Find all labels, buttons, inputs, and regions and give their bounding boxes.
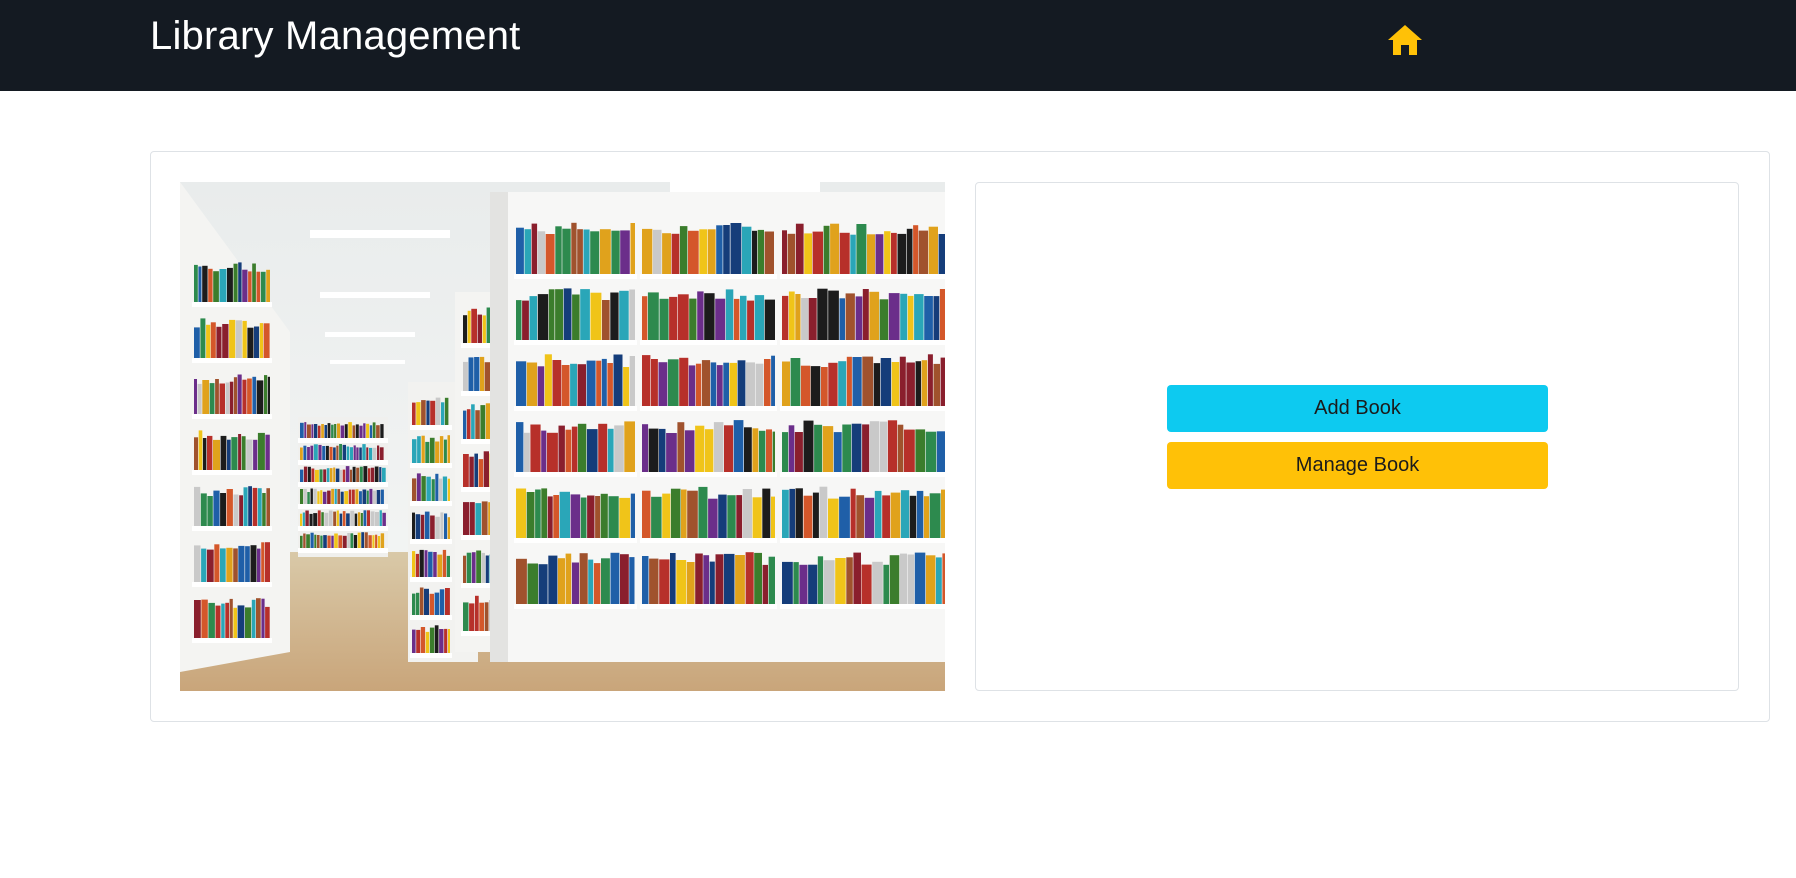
library-image xyxy=(180,182,945,691)
home-link[interactable] xyxy=(1385,22,1425,62)
home-icon xyxy=(1387,24,1423,61)
manage-book-button[interactable]: Manage Book xyxy=(1167,442,1548,489)
top-navbar: Library Management xyxy=(0,0,1796,91)
actions-panel xyxy=(975,182,1739,691)
add-book-button[interactable]: Add Book xyxy=(1167,385,1548,432)
brand-title[interactable]: Library Management xyxy=(150,14,520,59)
